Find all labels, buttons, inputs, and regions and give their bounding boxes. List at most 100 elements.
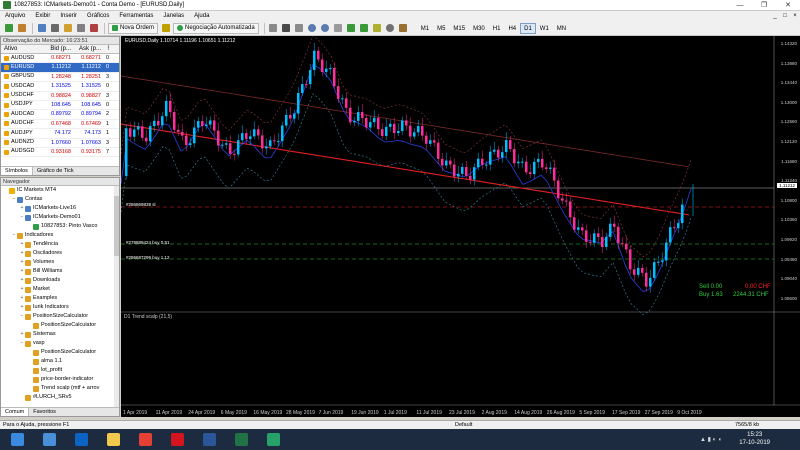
ask-cell: 0.89794 bbox=[81, 111, 101, 118]
tab-tick-chart[interactable]: Gráfico de Tick bbox=[33, 167, 78, 175]
navigator-item[interactable]: − ICMarkets-Demo01 bbox=[1, 213, 119, 222]
candle-body bbox=[297, 92, 300, 114]
strategy-tester-button[interactable] bbox=[88, 23, 99, 34]
bid-cell: 1.07660 bbox=[51, 139, 71, 146]
timeframe-d1[interactable]: D1 bbox=[520, 22, 536, 34]
column-spread[interactable]: ! bbox=[101, 45, 111, 53]
spread-cell: 7 bbox=[105, 148, 109, 155]
navigator-item[interactable]: PositionSizeCalculator bbox=[1, 348, 119, 357]
navigator-item[interactable]: + Tendência bbox=[1, 240, 119, 249]
timeframe-mn[interactable]: MN bbox=[553, 23, 570, 34]
auto-trading-button[interactable]: Negociação Automatizada bbox=[173, 22, 259, 34]
profiles-button[interactable] bbox=[16, 23, 27, 34]
column-ask[interactable]: Ask (p... bbox=[71, 45, 101, 53]
navigator-item[interactable]: + Bill Williams bbox=[1, 267, 119, 276]
column-bid[interactable]: Bid (p... bbox=[41, 45, 71, 53]
navigator-item[interactable]: + Market bbox=[1, 285, 119, 294]
navigator-item[interactable]: PositionSizeCalculator bbox=[1, 321, 119, 330]
tile-windows-button[interactable] bbox=[333, 23, 344, 34]
navigator-item[interactable]: lot_profit bbox=[1, 366, 119, 375]
taskbar-opera-button[interactable] bbox=[164, 431, 190, 448]
market-watch-button[interactable] bbox=[36, 23, 47, 34]
menu-inserir[interactable]: Inserir bbox=[55, 11, 82, 21]
navigator-item[interactable]: + Downloads bbox=[1, 276, 119, 285]
navigator-item[interactable]: Trend scalp (mtf + arrov bbox=[1, 384, 119, 393]
indicators-button[interactable] bbox=[372, 23, 383, 34]
taskbar-clock[interactable]: 15:23 17-10-2019 bbox=[739, 431, 770, 447]
minimize-button[interactable]: — bbox=[728, 0, 752, 11]
templates-button[interactable] bbox=[398, 23, 409, 34]
menu-ajuda[interactable]: Ajuda bbox=[189, 11, 214, 21]
maximize-button[interactable]: ❐ bbox=[752, 0, 776, 11]
navigator-item[interactable]: − Indicadores bbox=[1, 231, 119, 240]
metaeditor-button[interactable] bbox=[160, 23, 171, 34]
navigator-item[interactable]: 10827853: Pinto Vasco bbox=[1, 222, 119, 231]
line-chart-button[interactable] bbox=[294, 23, 305, 34]
order-label-buy-1[interactable]: #286687299 buy 1.12 bbox=[126, 255, 170, 260]
timeframe-m5[interactable]: M5 bbox=[433, 23, 449, 34]
tab-favorites[interactable]: Favoritos bbox=[29, 408, 60, 416]
tab-symbols[interactable]: Símbolos bbox=[1, 167, 33, 175]
symbol-icon bbox=[4, 74, 9, 80]
market-watch-row[interactable]: AUDSGD 0.93168 0.93175 7 bbox=[1, 148, 119, 158]
chart-window[interactable]: EURUSD,Daily 1.10714 1.11196 1.10651 1.1… bbox=[121, 36, 800, 417]
mdi-close-button[interactable]: × bbox=[790, 13, 800, 19]
order-label-sl[interactable]: #286869839 sl bbox=[126, 202, 156, 207]
navigator-item[interactable]: #LURCH_SRv5 bbox=[1, 393, 119, 402]
mdi-minimize-button[interactable]: _ bbox=[770, 13, 780, 19]
chart-shift-button[interactable] bbox=[359, 23, 370, 34]
taskbar-files-button[interactable] bbox=[36, 431, 62, 448]
navigator-scrollbar[interactable] bbox=[114, 186, 119, 408]
price-chart[interactable] bbox=[121, 36, 800, 417]
navigator-item[interactable]: alma 1.1 bbox=[1, 357, 119, 366]
navigator-scroll-thumb[interactable] bbox=[114, 196, 119, 256]
periods-button[interactable] bbox=[385, 23, 396, 34]
menu-arquivo[interactable]: Arquivo bbox=[0, 11, 30, 21]
navigator-item[interactable]: − Contas bbox=[1, 195, 119, 204]
bar-chart-button[interactable] bbox=[268, 23, 279, 34]
close-button[interactable]: ✕ bbox=[776, 0, 800, 11]
terminal-button[interactable] bbox=[75, 23, 86, 34]
navigator-item[interactable]: + Sistemas bbox=[1, 330, 119, 339]
candlestick-button[interactable] bbox=[281, 23, 292, 34]
order-label-buy-2[interactable]: #278889424 buy 0.51 bbox=[126, 240, 170, 245]
taskbar-chrome-button[interactable] bbox=[132, 431, 158, 448]
zoom-in-button[interactable] bbox=[307, 23, 318, 34]
taskbar-excel-button[interactable] bbox=[228, 431, 254, 448]
column-symbol[interactable]: Ativo bbox=[1, 45, 41, 53]
tab-common[interactable]: Comum bbox=[1, 408, 30, 416]
menu-graficos[interactable]: Gráficos bbox=[82, 11, 114, 21]
data-window-button[interactable] bbox=[49, 23, 60, 34]
menu-ferramentas[interactable]: Ferramentas bbox=[114, 11, 158, 21]
timeframe-m15[interactable]: M15 bbox=[449, 23, 469, 34]
timeframe-m30[interactable]: M30 bbox=[469, 23, 489, 34]
navigator-item[interactable]: − PositionSizeCalculator bbox=[1, 312, 119, 321]
taskbar-start-button[interactable] bbox=[4, 431, 30, 448]
mdi-restore-button[interactable]: □ bbox=[780, 13, 790, 19]
auto-scroll-button[interactable] bbox=[346, 23, 357, 34]
timeframe-m1[interactable]: M1 bbox=[417, 23, 433, 34]
menu-janelas[interactable]: Janelas bbox=[158, 11, 189, 21]
taskbar-word-button[interactable] bbox=[196, 431, 222, 448]
navigator-item[interactable]: + Examples bbox=[1, 294, 119, 303]
navigator-button[interactable] bbox=[62, 23, 73, 34]
menu-exibir[interactable]: Exibir bbox=[30, 11, 55, 21]
taskbar-metatrader-button[interactable] bbox=[260, 431, 286, 448]
new-chart-button[interactable] bbox=[3, 23, 14, 34]
timeframe-h4[interactable]: H4 bbox=[504, 23, 520, 34]
navigator-item[interactable]: IC Markets MT4 bbox=[1, 186, 119, 195]
navigator-item[interactable]: + Volumes bbox=[1, 258, 119, 267]
timeframe-w1[interactable]: W1 bbox=[536, 23, 553, 34]
taskbar-explorer-button[interactable] bbox=[100, 431, 126, 448]
new-order-button[interactable]: Nova Ordem bbox=[108, 22, 159, 34]
navigator-item[interactable]: + Iurik Indicators bbox=[1, 303, 119, 312]
excel-icon bbox=[234, 433, 248, 446]
taskbar-outlook-button[interactable] bbox=[68, 431, 94, 448]
timeframe-h1[interactable]: H1 bbox=[489, 23, 505, 34]
navigator-item[interactable]: + ICMarkets-Live16 bbox=[1, 204, 119, 213]
navigator-item[interactable]: + Osciladores bbox=[1, 249, 119, 258]
zoom-out-button[interactable] bbox=[320, 23, 331, 34]
navigator-item-label: Indicadores bbox=[25, 232, 54, 238]
navigator-item[interactable]: − vasp bbox=[1, 339, 119, 348]
navigator-item[interactable]: price-border-indicator bbox=[1, 375, 119, 384]
